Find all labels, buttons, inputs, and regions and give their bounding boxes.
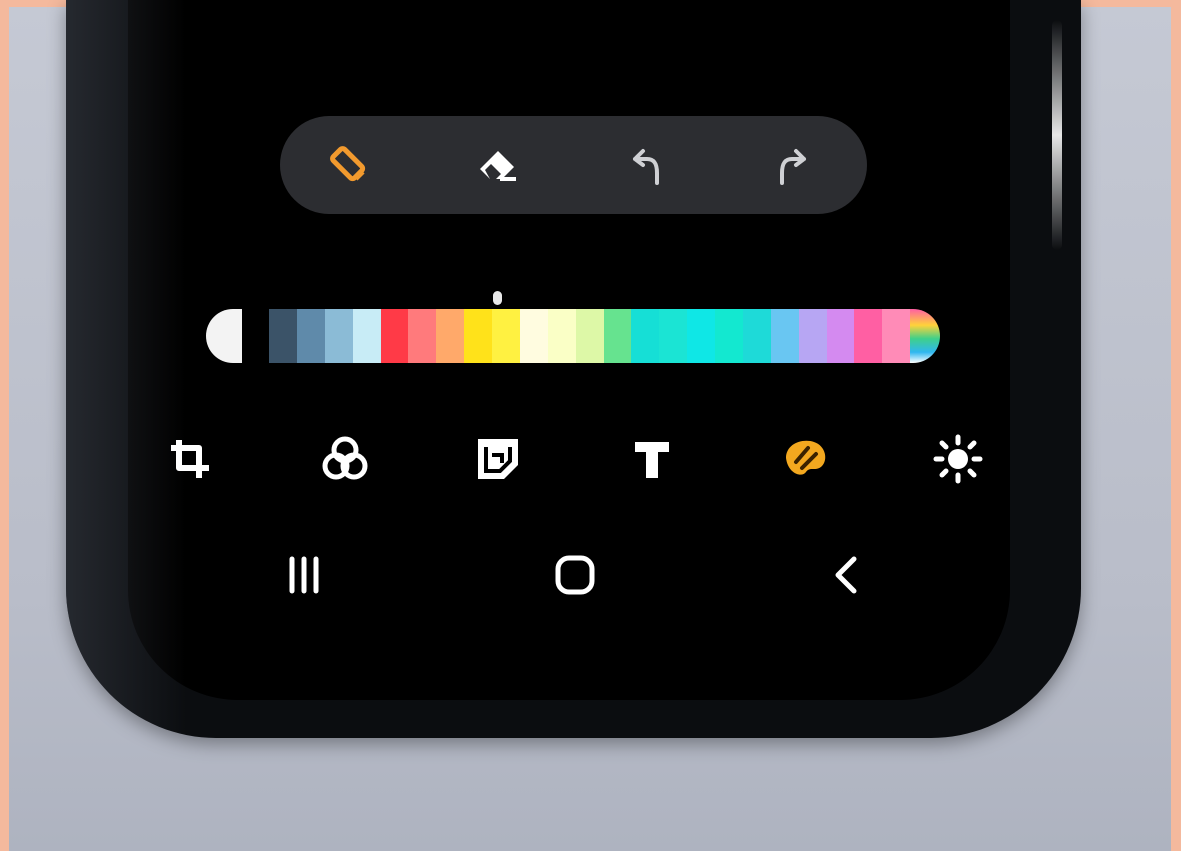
- color-swatch[interactable]: [715, 309, 743, 363]
- color-swatch[interactable]: [492, 309, 520, 363]
- color-swatch[interactable]: [575, 309, 604, 363]
- color-swatch[interactable]: [269, 309, 297, 363]
- color-swatch[interactable]: [659, 309, 688, 363]
- color-swatch[interactable]: [296, 309, 325, 363]
- color-swatch[interactable]: [380, 309, 409, 363]
- undo-button[interactable]: [618, 138, 672, 192]
- color-swatch[interactable]: [603, 309, 632, 363]
- recent-apps-icon: [280, 551, 328, 599]
- color-swatch[interactable]: [631, 309, 660, 363]
- home-button[interactable]: [548, 548, 602, 602]
- draw-palette-icon: [778, 432, 832, 486]
- text-button[interactable]: [625, 432, 679, 486]
- color-swatch[interactable]: [547, 309, 576, 363]
- color-swatch[interactable]: [687, 309, 715, 363]
- color-swatch[interactable]: [324, 309, 353, 363]
- filters-button[interactable]: [318, 432, 372, 486]
- sticker-button[interactable]: [471, 432, 525, 486]
- palette-selection-indicator: [493, 291, 502, 305]
- phone-edge-reflection: [1052, 20, 1062, 250]
- color-swatch[interactable]: [882, 309, 911, 363]
- pen-icon: [326, 142, 372, 188]
- color-swatch[interactable]: [408, 309, 437, 363]
- color-swatch[interactable]: [742, 309, 771, 363]
- sticker-icon: [472, 433, 524, 485]
- crop-rotate-icon: [165, 434, 215, 484]
- recent-apps-button[interactable]: [277, 548, 331, 602]
- filters-icon: [319, 433, 371, 485]
- color-swatch[interactable]: [798, 309, 827, 363]
- back-icon: [822, 551, 870, 599]
- eraser-tool-button[interactable]: [471, 138, 525, 192]
- back-button[interactable]: [819, 548, 873, 602]
- text-icon: [627, 434, 677, 484]
- brightness-button[interactable]: [931, 432, 985, 486]
- eraser-icon: [474, 141, 522, 189]
- color-swatch[interactable]: [464, 309, 492, 363]
- crop-rotate-button[interactable]: [163, 432, 217, 486]
- color-swatch[interactable]: [826, 309, 855, 363]
- redo-icon: [772, 143, 816, 187]
- draw-button[interactable]: [778, 432, 832, 486]
- undo-icon: [623, 143, 667, 187]
- phone-body: [66, 0, 1081, 738]
- color-swatch[interactable]: [352, 309, 381, 363]
- drawing-toolbar: [280, 116, 867, 214]
- color-swatch[interactable]: [854, 309, 883, 363]
- color-swatch[interactable]: [519, 309, 548, 363]
- redo-button[interactable]: [767, 138, 821, 192]
- color-swatch[interactable]: [436, 309, 465, 363]
- home-icon: [551, 551, 599, 599]
- pen-tool-button[interactable]: [322, 138, 376, 192]
- color-swatch[interactable]: [770, 309, 799, 363]
- brightness-icon: [932, 433, 984, 485]
- color-palette: [269, 309, 940, 363]
